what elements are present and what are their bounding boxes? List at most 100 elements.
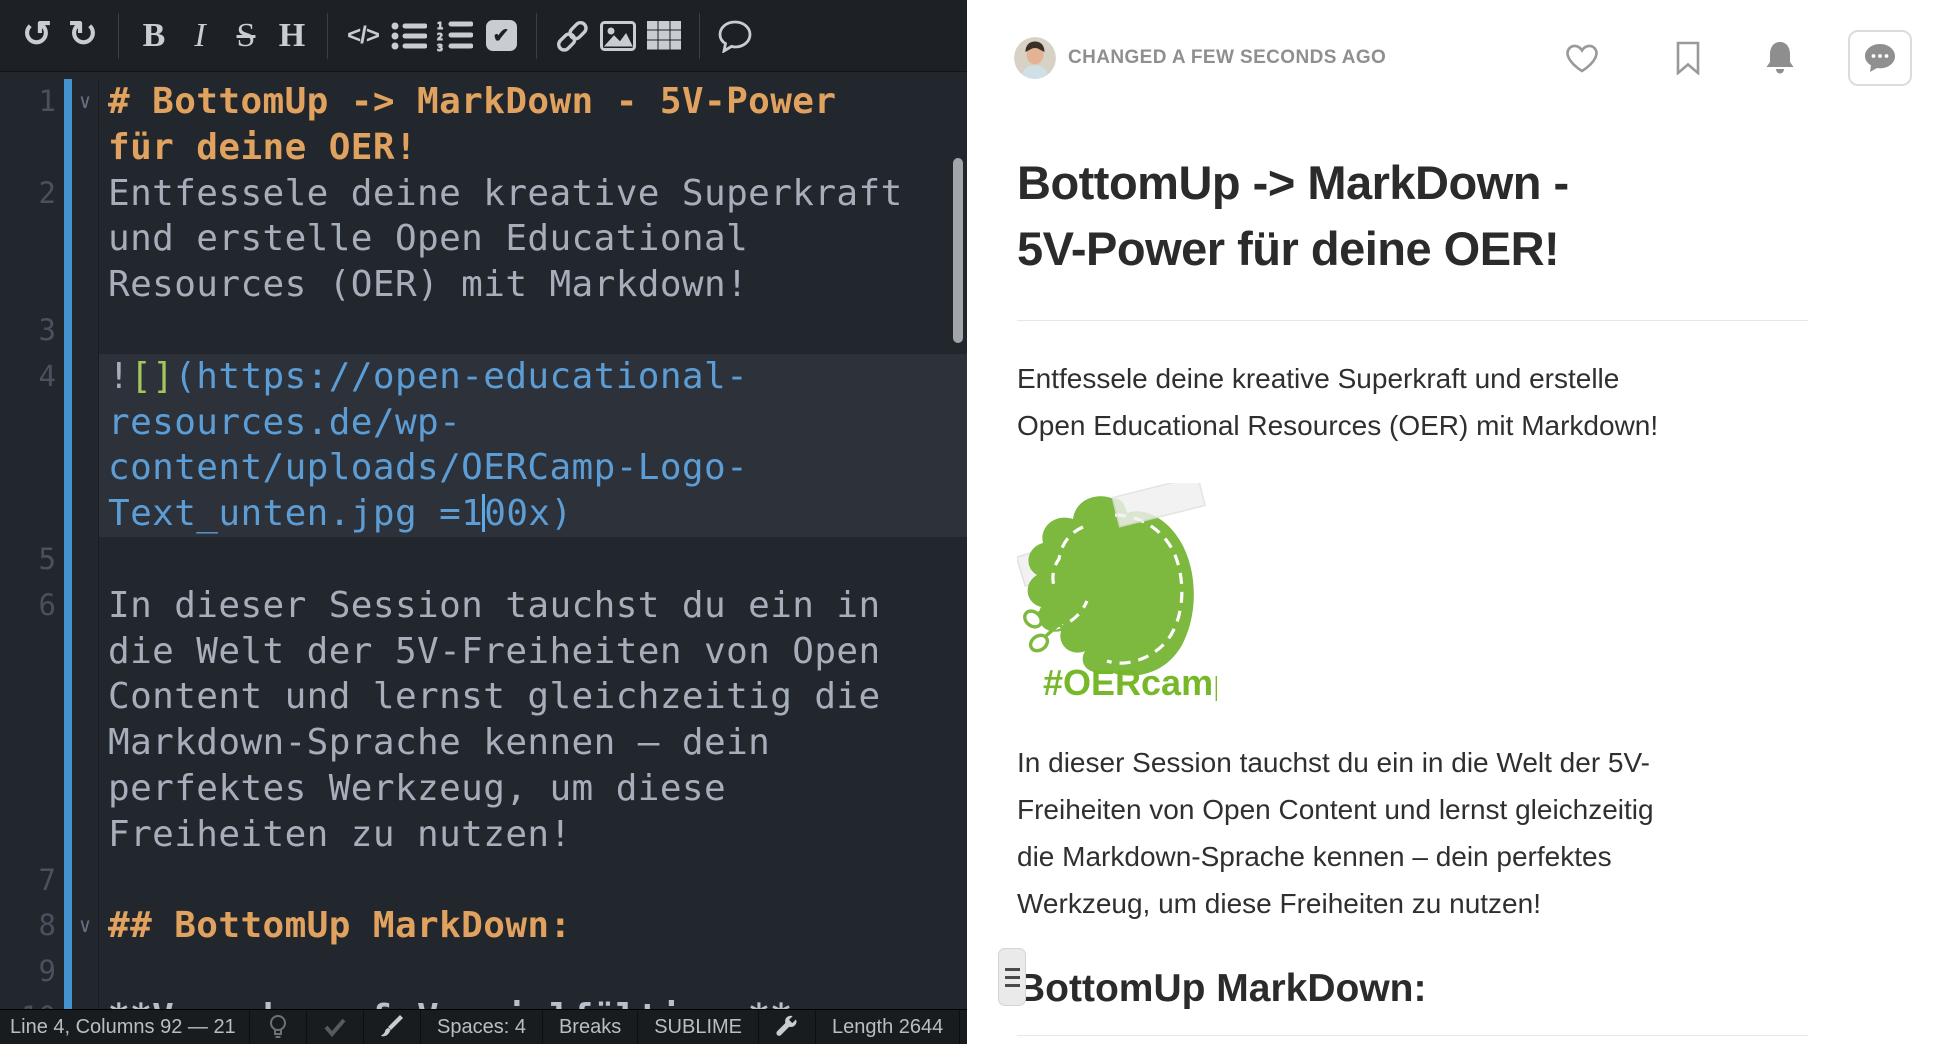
code-line[interactable]: 7	[0, 858, 967, 904]
code-line[interactable]: 3	[0, 308, 967, 354]
editor-toolbar: ↺ ↻ B I S H </> 123 ✔	[0, 0, 967, 72]
line-number: 3	[0, 308, 56, 354]
fold-gutter	[72, 995, 98, 1009]
editor-scrollbar[interactable]	[953, 158, 963, 343]
code-text: für deine OER!	[98, 125, 967, 171]
code-line[interactable]: 9	[0, 949, 967, 995]
preferences-button[interactable]	[759, 1010, 816, 1044]
code-text	[98, 949, 967, 995]
session-paragraph: In dieser Session tauchst du ein in die …	[1017, 739, 1808, 927]
heading-button[interactable]: H	[269, 12, 315, 60]
code-line[interactable]: und erstelle Open Educational	[0, 216, 967, 262]
table-button[interactable]	[641, 12, 687, 60]
code-line[interactable]: 1∨# BottomUp -> MarkDown - 5V-Power	[0, 79, 967, 125]
code-line[interactable]: Resources (OER) mit Markdown!	[0, 262, 967, 308]
unordered-list-button[interactable]	[386, 12, 432, 60]
changed-line-marker	[64, 995, 72, 1009]
fold-gutter	[72, 858, 98, 904]
fold-gutter	[72, 308, 98, 354]
linebreak-setting[interactable]: Breaks	[543, 1010, 638, 1044]
fold-gutter	[72, 445, 98, 491]
split-drag-handle[interactable]	[998, 948, 1026, 1006]
code-line[interactable]: perfektes Werkzeug, um diese	[0, 766, 967, 812]
wrench-icon	[775, 1015, 799, 1039]
code-segment: ## BottomUp MarkDown:	[108, 905, 572, 946]
code-line[interactable]: Markdown-Sprache kennen – dein	[0, 720, 967, 766]
code-text	[98, 308, 967, 354]
code-line[interactable]: 4![](https://open-educational-	[0, 354, 967, 400]
hint-toggle[interactable]	[250, 1010, 307, 1044]
line-number: 8	[0, 903, 56, 949]
code-text: Markdown-Sprache kennen – dein	[98, 720, 967, 766]
undo-button[interactable]: ↺	[14, 10, 60, 58]
changed-line-marker	[64, 766, 72, 812]
fold-arrow-icon[interactable]: ∨	[72, 903, 98, 949]
link-icon	[554, 19, 590, 53]
code-text: Entfessele deine kreative Superkraft	[98, 171, 967, 217]
code-text: Freiheiten zu nutzen!	[98, 812, 967, 858]
code-line[interactable]: die Welt der 5V-Freiheiten von Open	[0, 629, 967, 675]
code-line[interactable]: 10**Verwahren & Vervielfältigen**	[0, 995, 967, 1009]
like-button[interactable]	[1564, 42, 1600, 74]
code-button[interactable]: </>	[340, 12, 386, 60]
comment-button[interactable]	[712, 12, 758, 60]
line-number	[0, 674, 56, 720]
code-line[interactable]: Freiheiten zu nutzen!	[0, 812, 967, 858]
code-segment: 00x)	[484, 493, 572, 534]
notifications-button[interactable]	[1764, 40, 1796, 76]
code-line[interactable]: resources.de/wp-	[0, 400, 967, 446]
changed-line-marker	[64, 262, 72, 308]
changed-line-marker	[64, 125, 72, 171]
keymap-setting[interactable]: SUBLIME	[638, 1010, 759, 1044]
ordered-list-button[interactable]: 123	[432, 12, 478, 60]
italic-button[interactable]: I	[177, 12, 223, 60]
code-text: ## BottomUp MarkDown:	[98, 903, 967, 949]
changed-line-marker	[64, 400, 72, 446]
preview-header: CHANGED A FEW SECONDS AGO	[1000, 0, 1938, 100]
code-text: content/uploads/OERCamp-Logo-	[98, 445, 967, 491]
code-rows: 1∨# BottomUp -> MarkDown - 5V-Powerfür d…	[0, 79, 967, 1009]
code-editor[interactable]: 1∨# BottomUp -> MarkDown - 5V-Powerfür d…	[0, 73, 967, 1009]
code-line[interactable]: Content und lernst gleichzeitig die	[0, 674, 967, 720]
table-icon	[647, 21, 681, 51]
heart-icon	[1564, 42, 1600, 74]
code-segment: Text_unten.jpg =1	[108, 493, 483, 534]
changed-line-marker	[64, 537, 72, 583]
image-button[interactable]	[595, 12, 641, 60]
indent-setting[interactable]: Spaces: 4	[421, 1010, 543, 1044]
comments-panel-button[interactable]	[1848, 30, 1912, 86]
bookmark-button[interactable]	[1674, 41, 1702, 75]
checklist-button[interactable]: ✔	[478, 12, 524, 60]
author-avatar[interactable]	[1014, 37, 1056, 79]
code-line[interactable]: content/uploads/OERCamp-Logo-	[0, 445, 967, 491]
code-line[interactable]: 5	[0, 537, 967, 583]
fold-arrow-icon[interactable]: ∨	[72, 79, 98, 125]
code-line[interactable]: für deine OER!	[0, 125, 967, 171]
image-icon	[600, 21, 636, 51]
fold-gutter	[72, 812, 98, 858]
line-number	[0, 812, 56, 858]
strikethrough-button[interactable]: S	[223, 12, 269, 60]
fold-gutter	[72, 400, 98, 446]
link-button[interactable]	[549, 12, 595, 60]
code-segment: Freiheiten zu nutzen!	[108, 814, 572, 855]
code-segment: **Verwahren & Vervielfältigen**	[108, 997, 792, 1009]
changed-line-marker	[64, 720, 72, 766]
changed-line-marker	[64, 79, 72, 125]
redo-button[interactable]: ↻	[60, 10, 106, 58]
code-line[interactable]: Text_unten.jpg =100x)	[0, 491, 967, 537]
bold-button[interactable]: B	[131, 12, 177, 60]
code-segment: (https://open-educational-	[174, 356, 748, 397]
code-line[interactable]: 8 ∨## BottomUp MarkDown:	[0, 903, 967, 949]
changed-line-marker	[64, 812, 72, 858]
spellcheck-toggle[interactable]	[307, 1010, 364, 1044]
bell-icon	[1764, 40, 1796, 76]
theme-toggle[interactable]	[364, 1010, 421, 1044]
code-line[interactable]: 6In dieser Session tauchst du ein in	[0, 583, 967, 629]
cursor-position: Line 4, Columns 92 — 21	[0, 1010, 250, 1044]
fold-gutter	[72, 949, 98, 995]
comment-bubble-icon	[717, 19, 753, 53]
code-text: Text_unten.jpg =100x)	[98, 491, 967, 537]
code-line[interactable]: 2Entfessele deine kreative Superkraft	[0, 171, 967, 217]
code-segment: Entfessele deine kreative Superkraft	[108, 173, 903, 214]
